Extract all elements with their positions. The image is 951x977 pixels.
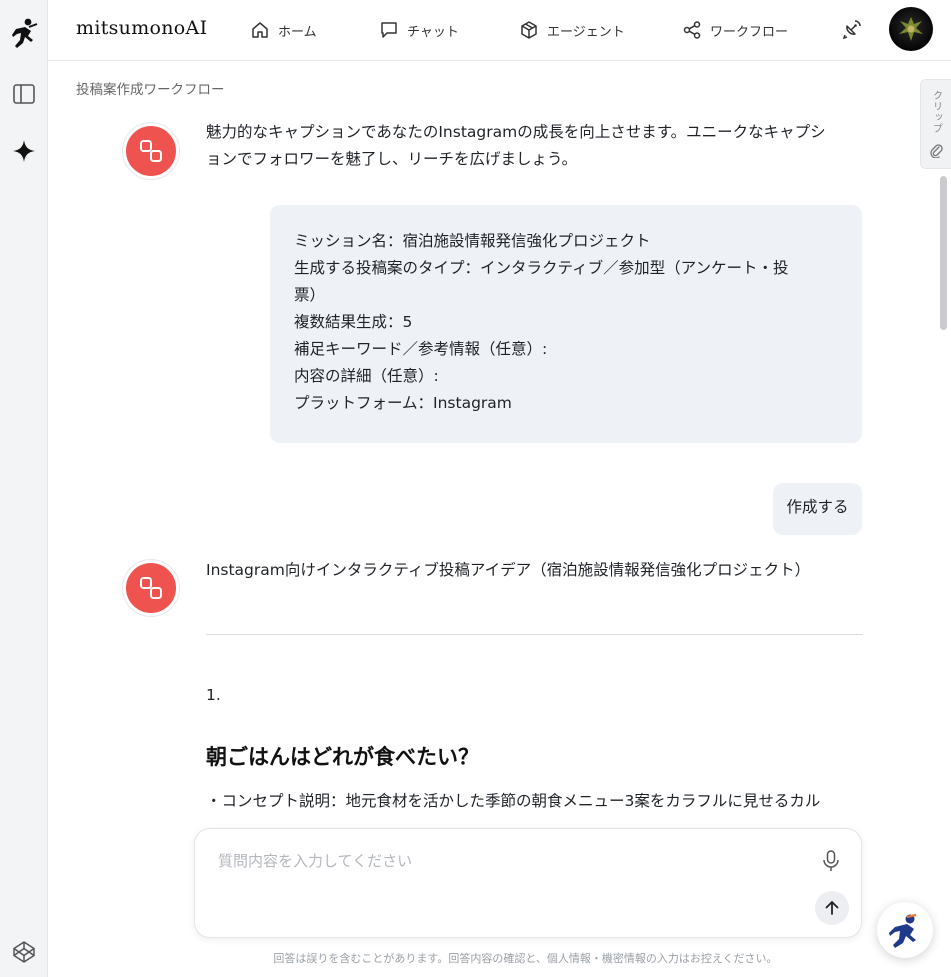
satellite-icon[interactable]	[840, 17, 864, 41]
breadcrumb[interactable]: 投稿案作成ワークフロー	[76, 78, 225, 98]
nav-home[interactable]: ホーム	[250, 18, 317, 42]
message-input[interactable]	[218, 849, 778, 873]
left-rail	[0, 0, 48, 977]
share-nodes-icon	[683, 21, 701, 39]
bot-message-intro: 魅力的なキャプションであなたのInstagramの成長を向上させます。ユニークな…	[206, 119, 866, 173]
logo-runner-icon[interactable]	[0, 14, 48, 54]
send-button[interactable]	[815, 891, 849, 925]
bot-message-line: 魅力的なキャプションであなたのInstagramの成長を向上させます。ユニークな…	[206, 123, 826, 141]
ninja-runner-icon	[889, 913, 917, 948]
user-message-line: プラットフォーム：Instagram	[294, 394, 512, 412]
assistant-fab[interactable]	[877, 902, 933, 958]
divider	[206, 634, 863, 635]
list-item-number: 1.	[206, 686, 221, 704]
bot-avatar	[122, 122, 180, 180]
workflow-blocks-icon	[140, 140, 162, 162]
nav-workflow[interactable]: ワークフロー	[682, 18, 788, 42]
user-message-line: 生成する投稿案のタイプ：インタラクティブ／参加型（アンケート・投	[294, 259, 789, 277]
nav-workflow-label: ワークフロー	[710, 24, 789, 40]
user-message-line: 内容の詳細（任意）:	[294, 367, 439, 385]
workflow-blocks-icon	[140, 577, 162, 599]
home-icon	[252, 22, 268, 38]
user-message-bubble-short: 作成する	[773, 483, 862, 535]
paperclip-icon	[930, 144, 943, 158]
chat-icon	[381, 22, 397, 38]
brand-name[interactable]: mitsumonoAI	[76, 17, 207, 39]
scrollbar-thumb[interactable]	[940, 176, 947, 330]
user-avatar[interactable]	[889, 7, 933, 51]
microphone-icon[interactable]	[819, 849, 843, 873]
idea-concept-text: ・コンセプト説明：地元食材を活かした季節の朝食メニュー3案をカラフルに見せるカル	[206, 792, 821, 810]
user-message-bubble: ミッション名：宿泊施設情報発信強化プロジェクト 生成する投稿案のタイプ：インタラ…	[270, 205, 862, 443]
user-message-line: 補足キーワード／参考情報（任意）:	[294, 340, 548, 358]
user-message-line: 複数結果生成：5	[294, 313, 413, 331]
nav-agent-label: エージェント	[547, 24, 625, 40]
top-header: mitsumonoAI ホーム チャット エージェント ワークフロー	[48, 0, 951, 61]
bot-response-title: Instagram向けインタラクティブ投稿アイデア（宿泊施設情報発信強化プロジェ…	[206, 561, 811, 579]
message-composer	[194, 828, 862, 938]
arrow-up-icon	[825, 901, 839, 915]
nav-chat[interactable]: チャット	[379, 18, 459, 42]
user-message-line: ミッション名：宿泊施設情報発信強化プロジェクト	[294, 232, 651, 250]
clip-tab[interactable]: クリップ	[920, 79, 951, 169]
nav-agent[interactable]: エージェント	[519, 18, 625, 42]
disclaimer-text: 回答は誤りを含むことがあります。回答内容の確認と、個人情報・機密情報の入力はお控…	[273, 952, 778, 965]
nav-chat-label: チャット	[407, 24, 459, 40]
bot-message-line: ョンでフォロワーを魅了し、リーチを広げましょう。	[206, 150, 578, 168]
nav-home-label: ホーム	[278, 24, 317, 40]
user-message-line: 票）	[294, 286, 326, 304]
bot-avatar	[122, 559, 180, 617]
sparkle-icon[interactable]	[0, 131, 48, 171]
idea-heading: 朝ごはんはどれが食べたい？	[206, 745, 479, 769]
user-message-text: 作成する	[786, 498, 849, 516]
clip-tab-label: クリップ	[930, 90, 942, 134]
cube-icon	[521, 21, 537, 39]
app-root: mitsumonoAI ホーム チャット エージェント ワークフロー 投稿案作成…	[0, 0, 951, 977]
sidebar-toggle-icon[interactable]	[0, 74, 48, 114]
